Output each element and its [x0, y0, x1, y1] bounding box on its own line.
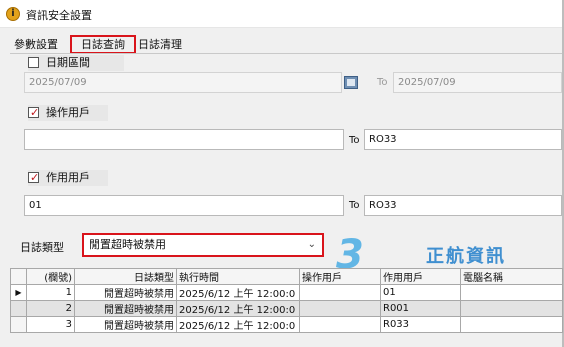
date-range-label: 日期區間: [46, 56, 90, 69]
table-row[interactable]: 3 閒置超時被禁用 2025/6/12 上午 12:00:0 R033: [10, 316, 563, 333]
target-user-from-field[interactable]: 01: [24, 195, 344, 216]
operator-user-to-field[interactable]: RO33: [364, 129, 562, 150]
table-cell: [460, 316, 563, 333]
table-row[interactable]: ▶ 1 閒置超時被禁用 2025/6/12 上午 12:00:0 01: [10, 284, 563, 301]
operator-user-checkbox[interactable]: ✓: [28, 106, 40, 119]
table-header-row: (欄號) 日誌類型 執行時間 操作用戶 作用用戶 電腦名稱: [10, 268, 563, 285]
operator-user-label: 操作用戶: [46, 106, 90, 119]
tab-panel-divider: [10, 53, 562, 54]
table-cell: 1: [26, 284, 75, 301]
table-cell: 2: [26, 300, 75, 317]
column-header[interactable]: 作用用戶: [380, 268, 461, 285]
table-cell: 2025/6/12 上午 12:00:0: [176, 300, 300, 317]
target-user-to-label: To: [349, 200, 360, 211]
date-to-field[interactable]: 2025/07/09: [393, 72, 562, 93]
app-icon: i: [6, 7, 20, 21]
table-cell: [460, 300, 563, 317]
tab-parameters[interactable]: 參數設置: [14, 35, 58, 54]
target-user-checkbox[interactable]: ✓: [28, 171, 40, 184]
date-to-label: To: [377, 77, 388, 88]
table-cell: 閒置超時被禁用: [74, 316, 177, 333]
tab-log-cleanup[interactable]: 日誌清理: [138, 35, 182, 54]
table-cell: R033: [380, 316, 461, 333]
row-indicator: [10, 300, 27, 317]
operator-user-from-field[interactable]: [24, 129, 344, 150]
table-row[interactable]: 2 閒置超時被禁用 2025/6/12 上午 12:00:0 R001: [10, 300, 563, 317]
table-cell: [299, 300, 381, 317]
tab-log-query[interactable]: 日誌查詢: [70, 35, 136, 54]
target-user-header: ✓ 作用用戶: [28, 170, 108, 186]
log-results-table: (欄號) 日誌類型 執行時間 操作用戶 作用用戶 電腦名稱 ▶ 1 閒置超時被禁…: [10, 268, 563, 333]
log-type-value: 閒置超時被禁用: [89, 238, 166, 251]
target-user-to-field[interactable]: RO33: [364, 195, 562, 216]
table-cell: R001: [380, 300, 461, 317]
table-cell: 閒置超時被禁用: [74, 300, 177, 317]
row-pointer-icon: ▶: [10, 284, 27, 301]
table-cell: [460, 284, 563, 301]
date-range-header: 日期區間: [28, 55, 124, 71]
operator-user-header: ✓ 操作用戶: [28, 105, 108, 121]
logo-text: 正航資訊: [426, 246, 506, 267]
table-cell: [299, 316, 381, 333]
column-header[interactable]: 執行時間: [176, 268, 300, 285]
table-cell: 2025/6/12 上午 12:00:0: [176, 316, 300, 333]
target-user-label: 作用用戶: [46, 171, 90, 184]
date-range-checkbox[interactable]: [28, 57, 39, 68]
check-mark-icon: ✓: [30, 171, 40, 184]
calendar-icon[interactable]: [344, 76, 358, 89]
table-cell: [299, 284, 381, 301]
table-cell: 3: [26, 316, 75, 333]
table-cell: 2025/6/12 上午 12:00:0: [176, 284, 300, 301]
company-logo: 3 正航資訊: [336, 232, 562, 278]
date-from-field[interactable]: 2025/07/09: [24, 72, 342, 93]
column-header[interactable]: 日誌類型: [74, 268, 177, 285]
table-cell: 閒置超時被禁用: [74, 284, 177, 301]
check-mark-icon: ✓: [30, 106, 40, 119]
log-type-label: 日誌類型: [20, 241, 64, 254]
row-indicator-header: [10, 268, 27, 285]
column-header[interactable]: 電腦名稱: [460, 268, 563, 285]
operator-user-to-label: To: [349, 135, 360, 146]
chevron-down-icon[interactable]: ⌄: [308, 235, 316, 255]
column-header[interactable]: (欄號): [26, 268, 75, 285]
row-indicator: [10, 316, 27, 333]
table-cell: 01: [380, 284, 461, 301]
column-header[interactable]: 操作用戶: [299, 268, 381, 285]
window-title: 資訊安全設置: [26, 9, 92, 22]
log-type-select[interactable]: 閒置超時被禁用 ⌄: [82, 233, 324, 257]
